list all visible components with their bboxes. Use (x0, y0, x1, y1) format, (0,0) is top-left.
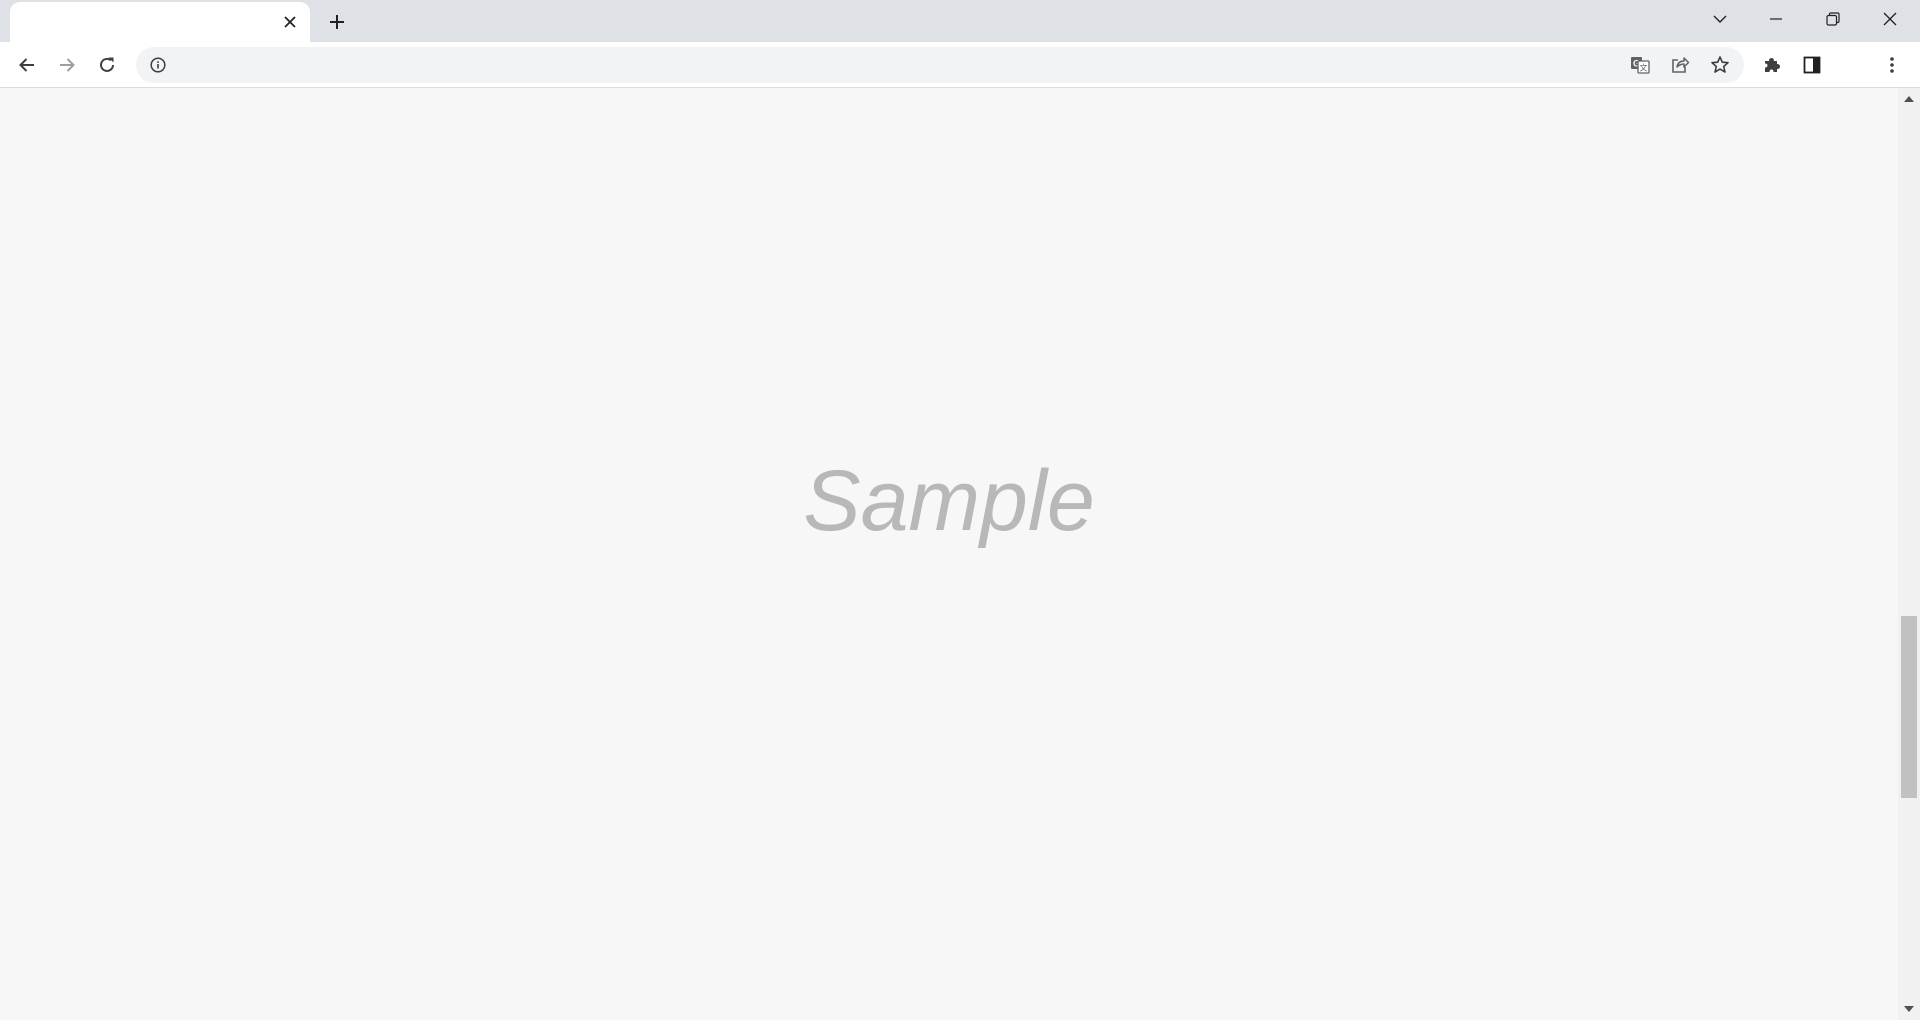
page-content: Sample (0, 88, 1898, 1020)
vertical-scrollbar[interactable] (1898, 88, 1920, 1020)
plus-icon[interactable] (323, 8, 351, 36)
info-icon[interactable] (148, 55, 168, 75)
forward-arrow-icon[interactable] (51, 49, 83, 81)
restore-icon[interactable] (1805, 0, 1861, 38)
address-bar[interactable]: G 文 (136, 47, 1744, 83)
puzzle-icon[interactable] (1756, 49, 1788, 81)
close-window-icon[interactable] (1862, 0, 1918, 38)
side-panel-icon[interactable] (1796, 49, 1828, 81)
chevron-down-icon[interactable] (1692, 0, 1748, 38)
browser-window: G 文 Sample (0, 0, 1920, 1020)
sample-watermark: Sample (803, 453, 1095, 549)
reload-icon[interactable] (91, 49, 123, 81)
minimize-icon[interactable] (1748, 0, 1804, 38)
close-icon[interactable] (280, 12, 300, 32)
translate-icon[interactable]: G 文 (1628, 53, 1652, 77)
share-icon[interactable] (1668, 53, 1692, 77)
scroll-down-arrow-icon[interactable] (1898, 1000, 1920, 1018)
tab-title (26, 14, 266, 32)
scroll-up-arrow-icon[interactable] (1898, 90, 1920, 108)
address-input[interactable] (180, 47, 1630, 83)
back-arrow-icon[interactable] (11, 49, 43, 81)
scroll-thumb[interactable] (1901, 616, 1917, 798)
tab-strip (0, 0, 1920, 42)
star-icon[interactable] (1708, 53, 1732, 77)
active-tab[interactable] (10, 2, 310, 42)
browser-toolbar: G 文 (0, 42, 1920, 88)
kebab-menu-icon[interactable] (1876, 49, 1908, 81)
svg-text:文: 文 (1640, 63, 1648, 73)
